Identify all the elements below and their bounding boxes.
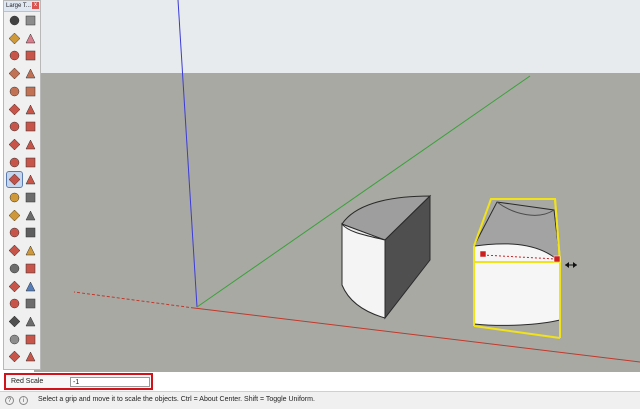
extension-manager-icon[interactable] — [23, 349, 38, 364]
scene-canvas[interactable] — [34, 0, 640, 372]
scale-grip-left[interactable] — [479, 250, 487, 258]
scale-grip-right[interactable] — [553, 255, 561, 263]
zoom-window-icon[interactable] — [23, 261, 38, 276]
large-tool-set-toolbar: Large T... x — [3, 0, 41, 370]
extension-warehouse-icon[interactable] — [23, 332, 38, 347]
rotated-rectangle-icon[interactable] — [23, 66, 38, 81]
warehouse-icon[interactable] — [7, 332, 22, 347]
dimension-tool-icon[interactable] — [23, 190, 38, 205]
share-model-icon[interactable] — [7, 349, 22, 364]
follow-me-icon[interactable] — [23, 155, 38, 170]
close-icon[interactable]: x — [32, 2, 39, 9]
pie-tool-icon[interactable] — [23, 102, 38, 117]
axes-tool-icon[interactable] — [7, 225, 22, 240]
measurements-box[interactable]: Red Scale -1 — [4, 373, 153, 390]
previous-view-icon[interactable] — [23, 279, 38, 294]
scale-tool-icon[interactable] — [6, 171, 23, 189]
info-icon[interactable]: i — [19, 396, 28, 405]
offset-tool-icon[interactable] — [23, 172, 38, 187]
three-point-arc-icon[interactable] — [7, 119, 22, 134]
select-tool-icon[interactable] — [7, 13, 22, 28]
position-camera-icon[interactable] — [7, 296, 22, 311]
push-pull-icon[interactable] — [23, 137, 38, 152]
circle-tool-icon[interactable] — [7, 84, 22, 99]
look-around-icon[interactable] — [23, 296, 38, 311]
model-viewport[interactable] — [34, 0, 640, 372]
two-point-arc-icon[interactable] — [23, 119, 38, 134]
component-tool-icon[interactable] — [23, 13, 38, 28]
3d-text-icon[interactable] — [23, 225, 38, 240]
rectangle-tool-icon[interactable] — [7, 66, 22, 81]
toolbar-title-text: Large T... — [6, 3, 31, 9]
status-bar: ? i Select a grip and move it to scale t… — [0, 391, 640, 409]
eraser-icon[interactable] — [23, 31, 38, 46]
measurements-input[interactable]: -1 — [70, 377, 150, 387]
protractor-icon[interactable] — [7, 208, 22, 223]
measurements-label: Red Scale — [11, 378, 44, 385]
polygon-tool-icon[interactable] — [23, 84, 38, 99]
text-tool-icon[interactable] — [23, 208, 38, 223]
section-plane-icon[interactable] — [23, 314, 38, 329]
move-tool-icon[interactable] — [7, 137, 22, 152]
orbit-tool-icon[interactable] — [7, 243, 22, 258]
freehand-tool-icon[interactable] — [23, 48, 38, 63]
tape-measure-icon[interactable] — [7, 190, 22, 205]
arc-tool-icon[interactable] — [7, 102, 22, 117]
zoom-extents-icon[interactable] — [7, 279, 22, 294]
zoom-tool-icon[interactable] — [7, 261, 22, 276]
line-tool-icon[interactable] — [7, 48, 22, 63]
paint-bucket-icon[interactable] — [7, 31, 22, 46]
half-cylinder-right[interactable] — [473, 201, 561, 326]
walk-tool-icon[interactable] — [7, 314, 22, 329]
toolbar-title: Large T... x — [4, 1, 40, 12]
rotate-tool-icon[interactable] — [7, 155, 22, 170]
help-icon[interactable]: ? — [5, 396, 14, 405]
pan-tool-icon[interactable] — [23, 243, 38, 258]
sky — [34, 0, 640, 73]
status-message: Select a grip and move it to scale the o… — [38, 396, 315, 403]
